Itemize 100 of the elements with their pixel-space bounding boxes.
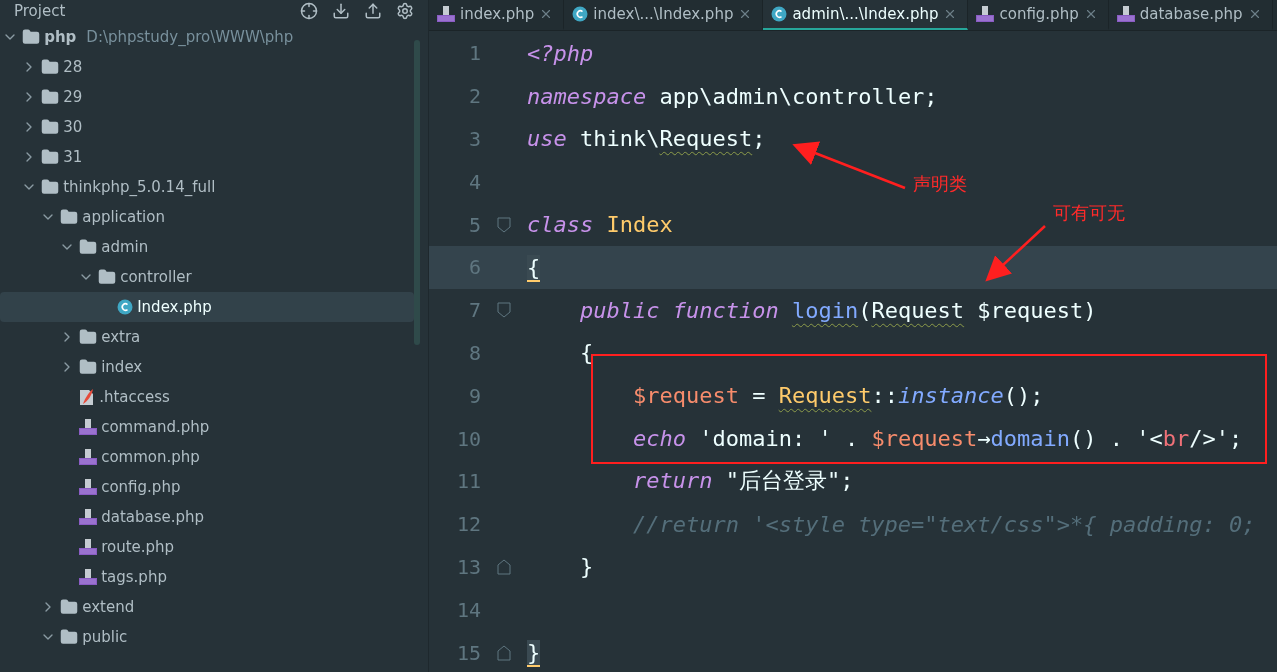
folder-icon: [98, 268, 117, 286]
line-number: 4: [467, 169, 481, 194]
line-number: 7: [467, 298, 481, 323]
folder-icon: [79, 238, 98, 256]
tree-item[interactable]: php D:\phpstudy_pro\WWW\php: [0, 22, 414, 52]
line-number: 10: [455, 426, 481, 451]
fold-marker-icon: [497, 216, 511, 233]
class-file-icon: [572, 6, 589, 22]
file-name: 28: [63, 58, 83, 76]
tree-item[interactable]: application: [0, 202, 414, 232]
tree-item[interactable]: 30: [0, 112, 414, 142]
tree-item[interactable]: config.php: [0, 472, 414, 502]
php-file-icon: [976, 5, 995, 23]
tree-item[interactable]: common.php: [0, 442, 414, 472]
tree-item[interactable]: extra: [0, 322, 414, 352]
file-name: public: [82, 628, 128, 646]
line-number: 13: [455, 554, 481, 579]
file-name: .htaccess: [99, 388, 170, 406]
tree-item[interactable]: 29: [0, 82, 414, 112]
code-line: }: [578, 554, 594, 580]
file-name: database.php: [101, 508, 205, 526]
tree-item[interactable]: 28: [0, 52, 414, 82]
line-number: 8: [467, 340, 481, 365]
panel-title: Project: [14, 1, 66, 21]
folder-icon: [41, 148, 60, 166]
tree-item[interactable]: Index.php: [0, 292, 414, 322]
file-name: index: [101, 358, 143, 376]
fold-marker-icon: [497, 644, 511, 661]
php-file-icon: [1116, 5, 1135, 23]
class-file-icon: [771, 6, 788, 22]
folder-icon: [60, 628, 79, 646]
code-line: $request = Request::instance();: [631, 383, 1044, 409]
line-number: 12: [455, 512, 481, 537]
editor-tab[interactable]: index.php: [429, 0, 565, 30]
code-line: use think\Request;: [527, 126, 766, 152]
file-name: Index.php: [137, 298, 212, 316]
tab-label: index.php: [460, 5, 535, 23]
fold-marker-icon: [497, 558, 511, 575]
tree-item[interactable]: index: [0, 352, 414, 382]
fold-marker-icon: [497, 302, 511, 319]
folder-icon: [41, 88, 60, 106]
settings-icon[interactable]: [396, 2, 414, 20]
tree-item[interactable]: controller: [0, 262, 414, 292]
php-file-icon: [79, 418, 98, 436]
code-line: {: [578, 340, 594, 366]
upload-icon[interactable]: [364, 2, 382, 20]
file-name: 30: [63, 118, 83, 136]
file-name: extra: [101, 328, 141, 346]
file-name: common.php: [101, 448, 200, 466]
feather-file-icon: [79, 388, 96, 406]
download-icon[interactable]: [332, 2, 350, 20]
folder-icon: [79, 358, 98, 376]
tree-item[interactable]: tags.php: [0, 562, 414, 592]
folder-icon: [41, 58, 60, 76]
editor-tab[interactable]: database.php: [1108, 0, 1273, 30]
php-file-icon: [79, 538, 98, 556]
tree-item[interactable]: thinkphp_5.0.14_full: [0, 172, 414, 202]
line-number: 9: [467, 383, 481, 408]
annotation-label: 可有可无: [1053, 201, 1125, 225]
file-name: controller: [120, 268, 192, 286]
code-line: public function login(Request $request): [578, 297, 1097, 323]
line-number: 14: [455, 597, 481, 622]
folder-icon: [22, 28, 41, 46]
tree-item[interactable]: 31: [0, 142, 414, 172]
tree-item[interactable]: database.php: [0, 502, 414, 532]
annotation-label: 声明类: [913, 172, 967, 196]
code-line: namespace app\admin\controller;: [527, 83, 938, 109]
folder-icon: [41, 118, 60, 136]
tab-label: database.php: [1139, 5, 1243, 23]
code-line: <?php: [527, 40, 594, 66]
file-name: command.php: [101, 418, 210, 436]
file-name: thinkphp_5.0.14_full: [63, 178, 216, 196]
locate-icon[interactable]: [300, 2, 318, 20]
tree-item[interactable]: command.php: [0, 412, 414, 442]
tree-item[interactable]: admin: [0, 232, 414, 262]
line-number: 11: [455, 469, 481, 494]
code-line: return "后台登录";: [631, 467, 854, 496]
annotation-arrow: [985, 225, 1046, 282]
class-file-icon: [117, 299, 134, 315]
tree-item[interactable]: .htaccess: [0, 382, 414, 412]
line-number: 5: [467, 212, 481, 237]
file-name: extend: [82, 598, 135, 616]
line-number: 3: [467, 127, 481, 151]
editor-tab[interactable]: config.php: [968, 0, 1109, 30]
line-number: 1: [467, 41, 481, 66]
scrollbar[interactable]: [414, 40, 420, 345]
editor-tab[interactable]: admin\...\Index.php: [763, 0, 969, 30]
folder-icon: [60, 598, 79, 616]
tree-item[interactable]: route.php: [0, 532, 414, 562]
php-file-icon: [79, 508, 98, 526]
code-line: class Index: [527, 212, 673, 238]
tab-label: index\...\Index.php: [593, 5, 734, 23]
php-file-icon: [79, 448, 98, 466]
file-name: config.php: [101, 478, 181, 496]
php-file-icon: [437, 5, 455, 23]
tree-item[interactable]: public: [0, 622, 414, 652]
tab-label: config.php: [999, 5, 1079, 23]
file-name: route.php: [101, 538, 175, 556]
tree-item[interactable]: extend: [0, 592, 414, 622]
code-line: echo 'domain: ' . $request→domain() . '<br/>';: [631, 426, 1243, 452]
